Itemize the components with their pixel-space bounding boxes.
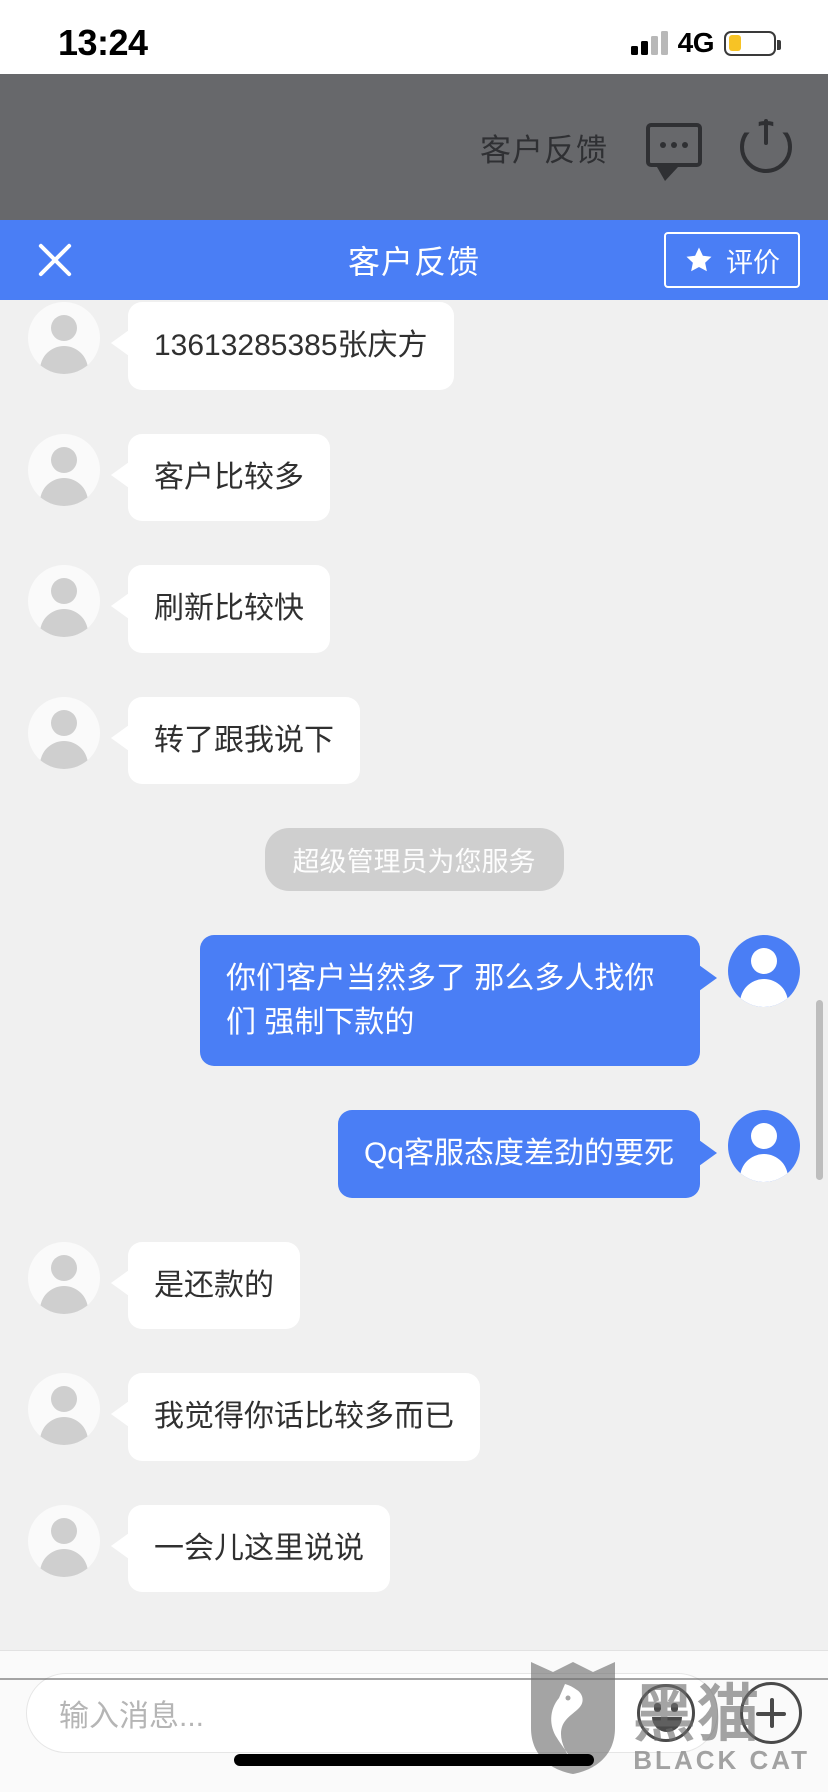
network-type-label: 4G — [677, 27, 715, 58]
chat-message-list[interactable]: 13613285385张庆方 客户比较多 刷新比较快 转了跟我说下 超级管理员为… — [0, 300, 828, 1650]
signal-strength-icon — [630, 31, 668, 55]
avatar — [28, 1241, 100, 1314]
avatar — [28, 565, 100, 637]
avatar — [28, 696, 100, 769]
status-time: 13:24 — [58, 22, 148, 63]
phone-screen: 13:24 4G 客户反馈 客户反馈 评价 13613285385张庆方 客户比… — [0, 0, 828, 1792]
status-indicators: 4G — [630, 15, 781, 59]
star-icon — [686, 247, 712, 272]
message-row: 13613285385张庆方 — [0, 302, 828, 390]
message-row: Qq客服态度差劲的要死 — [0, 1110, 828, 1198]
app-header-title: 客户反馈 — [480, 132, 608, 168]
close-icon[interactable] — [28, 233, 82, 287]
message-bubble: 刷新比较快 — [111, 565, 330, 653]
system-message-row: 超级管理员为您服务 — [0, 828, 828, 891]
avatar — [728, 935, 800, 1007]
avatar — [28, 433, 100, 506]
message-row: 转了跟我说下 — [0, 696, 828, 784]
message-row: 一会儿这里说说 — [0, 1504, 828, 1592]
avatar — [28, 1504, 100, 1577]
system-message: 超级管理员为您服务 — [264, 828, 564, 891]
battery-icon — [724, 30, 781, 56]
message-row: 我觉得你话比较多而已 — [0, 1373, 828, 1461]
chat-bubble-icon[interactable] — [646, 123, 702, 181]
power-icon[interactable] — [740, 119, 792, 173]
scrollbar[interactable] — [816, 1000, 823, 1180]
nav-bar: 客户反馈 评价 — [0, 220, 828, 300]
rate-button-label: 评价 — [726, 247, 780, 278]
message-row: 你们客户当然多了 那么多人找你们 强制下款的 — [0, 935, 828, 1066]
message-bubble: 我觉得你话比较多而已 — [111, 1373, 480, 1461]
message-row: 刷新比较快 — [0, 565, 828, 653]
app-header: 客户反馈 — [0, 74, 828, 220]
avatar — [728, 1110, 800, 1182]
message-bubble: 是还款的 — [111, 1241, 300, 1329]
home-indicator[interactable] — [234, 1754, 594, 1766]
message-bubble: 13613285385张庆方 — [111, 302, 454, 390]
avatar — [28, 302, 100, 374]
message-bubble: 转了跟我说下 — [111, 696, 360, 784]
rate-button[interactable]: 评价 — [664, 232, 800, 288]
message-row: 客户比较多 — [0, 433, 828, 521]
message-bubble: Qq客服态度差劲的要死 — [337, 1110, 718, 1198]
message-row: 是还款的 — [0, 1241, 828, 1329]
status-bar: 13:24 4G — [0, 0, 828, 74]
message-bubble: 一会儿这里说说 — [111, 1504, 390, 1592]
watermark-cn-label: 黑猫 — [633, 1680, 762, 1750]
message-bubble: 你们客户当然多了 那么多人找你们 强制下款的 — [200, 935, 717, 1066]
avatar — [28, 1373, 100, 1445]
message-bubble: 客户比较多 — [111, 433, 330, 521]
watermark-en-label: BLACK CAT — [633, 1745, 810, 1775]
